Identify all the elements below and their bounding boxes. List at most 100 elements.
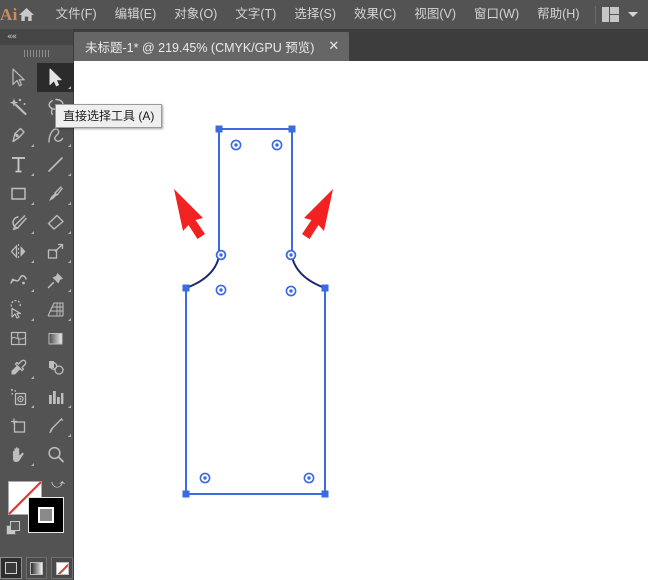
shaper-tool[interactable] (0, 208, 37, 237)
mesh-icon (10, 331, 27, 346)
zoom-tool[interactable] (37, 440, 74, 469)
slice-tool[interactable] (37, 411, 74, 440)
tool-flyout-indicator (31, 289, 34, 292)
anchor-shoulder-top-right (285, 249, 297, 261)
shape-builder-icon (10, 300, 22, 319)
tool-flyout-indicator (31, 144, 34, 147)
menu-help[interactable]: 帮助(H) (528, 3, 588, 26)
tool-flyout-indicator (68, 260, 71, 263)
eyedropper-icon (11, 359, 27, 375)
selection-tool[interactable] (0, 63, 37, 92)
scale-tool[interactable] (37, 237, 74, 266)
reflect-tool[interactable] (0, 237, 37, 266)
workspace-switcher-icon[interactable] (601, 7, 619, 22)
width-warp-icon (10, 275, 27, 285)
menu-divider-right (594, 5, 596, 24)
panel-drag-handle[interactable] (0, 45, 73, 61)
stroke-swatch[interactable] (28, 497, 64, 533)
color-mode-gradient[interactable] (25, 557, 48, 579)
menu-effect[interactable]: 效果(C) (345, 3, 405, 26)
direct-selection-tool[interactable] (37, 63, 74, 92)
tool-flyout-indicator (68, 173, 71, 176)
tool-flyout-indicator (68, 434, 71, 437)
tool-flyout-indicator (31, 231, 34, 234)
home-icon[interactable] (18, 0, 35, 29)
gradient-swatch-icon (30, 561, 43, 575)
tool-flyout-indicator (68, 202, 71, 205)
tool-flyout-indicator (31, 260, 34, 263)
paintbrush-icon (49, 186, 64, 201)
mesh-tool[interactable] (0, 324, 37, 353)
color-mode-color[interactable] (0, 557, 22, 579)
paintbrush-tool[interactable] (37, 179, 74, 208)
magic-wand-tool[interactable] (0, 92, 37, 121)
hand-tool[interactable] (0, 440, 37, 469)
default-swatch-icon (6, 521, 20, 535)
menu-select[interactable]: 选择(S) (285, 3, 345, 26)
menu-object[interactable]: 对象(O) (165, 3, 226, 26)
anchor-bottom-left (182, 490, 190, 498)
corner-widget-shoulder-right (285, 285, 297, 297)
pen-tool[interactable] (0, 121, 37, 150)
default-fill-stroke-swatch[interactable] (6, 521, 21, 541)
line-segment-tool[interactable] (37, 150, 74, 179)
bottle-outline (185, 128, 326, 495)
type-tool[interactable] (0, 150, 37, 179)
ai-logo-icon: Ai (0, 4, 18, 24)
eyedropper-tool[interactable] (0, 353, 37, 382)
shape-builder-tool[interactable] (0, 295, 37, 324)
curvature-icon (48, 128, 64, 143)
perspective-grid-tool[interactable] (37, 295, 74, 324)
tool-flyout-indicator (31, 463, 34, 466)
menu-file[interactable]: 文件(F) (47, 3, 106, 26)
none-swatch-icon (55, 561, 69, 575)
document-canvas[interactable] (74, 61, 648, 580)
tool-flyout-indicator (68, 318, 71, 321)
swap-fill-stroke-icon[interactable]: ⤻ (51, 478, 65, 491)
corner-widget-bottom-right (303, 472, 315, 484)
anchor-shoulder-base-right (321, 284, 329, 292)
tool-flyout-indicator (68, 86, 71, 89)
double-chevron-left-icon: «« (7, 32, 17, 42)
hand-icon (13, 447, 24, 462)
cursor-arrow-outline-icon (12, 68, 25, 87)
width-tool[interactable] (0, 266, 37, 295)
anchor-neck-top-left (215, 125, 223, 133)
menu-edit[interactable]: 编辑(E) (106, 3, 166, 26)
menu-type[interactable]: 文字(T) (226, 3, 285, 26)
cursor-arrow-solid-icon (49, 68, 62, 87)
document-tab[interactable]: 未标题-1* @ 219.45% (CMYK/GPU 预览) ✕ (72, 32, 350, 61)
blend-tool[interactable] (37, 353, 74, 382)
tool-flyout-indicator (31, 318, 34, 321)
tool-flyout-indicator (31, 405, 34, 408)
pushpin-icon (47, 273, 63, 289)
solid-color-icon (4, 562, 17, 574)
bottle-path[interactable] (74, 61, 648, 580)
close-icon[interactable]: ✕ (328, 40, 339, 53)
rectangle-tool[interactable] (0, 179, 37, 208)
color-mode-none[interactable] (51, 557, 74, 579)
color-mode-buttons (0, 557, 74, 579)
gradient-tool[interactable] (37, 324, 74, 353)
menu-view[interactable]: 视图(V) (405, 3, 465, 26)
anchor-shoulder-base-left (182, 284, 190, 292)
menu-window[interactable]: 窗口(W) (465, 3, 528, 26)
artboard-icon (11, 418, 26, 433)
bar-graph-icon (49, 391, 64, 404)
menu-bar: Ai 文件(F) 编辑(E) 对象(O) 文字(T) 选择(S) 效果(C) 视… (0, 0, 648, 29)
artboard-tool[interactable] (0, 411, 37, 440)
column-graph-tool[interactable] (37, 382, 74, 411)
chevron-down-icon[interactable] (628, 12, 638, 17)
tool-flyout-indicator (68, 144, 71, 147)
free-transform-tool[interactable] (37, 266, 74, 295)
perspective-grid-icon (47, 302, 64, 317)
grip-dots-icon (23, 49, 50, 57)
anchor-bottom-right (321, 490, 329, 498)
tool-flyout-indicator (31, 202, 34, 205)
eraser-tool[interactable] (37, 208, 74, 237)
fill-stroke-controls: ⤻ (0, 475, 73, 555)
collapse-panel-button[interactable]: «« (0, 29, 73, 45)
rectangle-icon (11, 187, 26, 200)
document-tab-title: 未标题-1* @ 219.45% (CMYK/GPU 预览) (85, 41, 315, 55)
symbol-sprayer-tool[interactable] (0, 382, 37, 411)
